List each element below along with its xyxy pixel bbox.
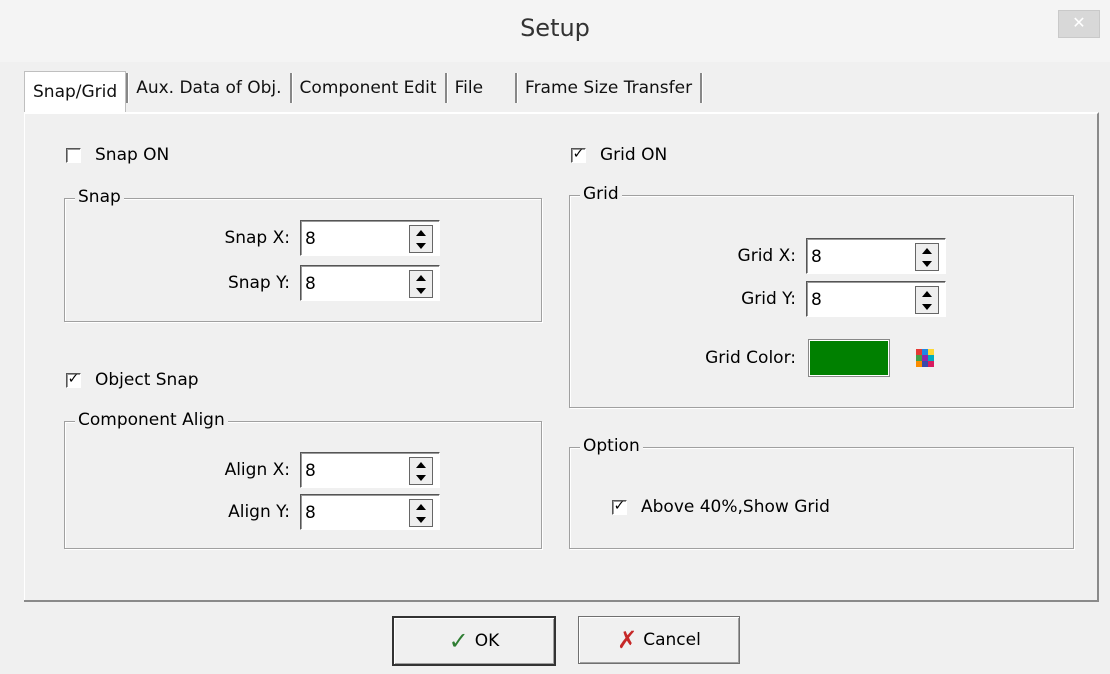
- component-align-title: Component Align: [75, 410, 228, 430]
- arrow-down-icon: [416, 516, 426, 523]
- checkmark-icon: ✓: [448, 627, 469, 655]
- cancel-label: Cancel: [643, 630, 701, 650]
- snap-group: Snap: [64, 187, 542, 322]
- grid-y-value: 8: [811, 290, 822, 310]
- ok-button[interactable]: ✓ OK: [392, 616, 556, 666]
- setup-dialog: Setup ✕ Snap/Grid Aux. Data of Obj. Comp…: [0, 0, 1110, 674]
- arrow-down-icon: [416, 242, 426, 249]
- arrow-up-icon: [922, 290, 932, 297]
- snap-y-value: 8: [305, 274, 316, 294]
- tab-aux-data[interactable]: Aux. Data of Obj.: [128, 71, 289, 105]
- align-y-spinner[interactable]: 8: [300, 494, 440, 530]
- snap-y-spin-buttons[interactable]: [409, 270, 433, 298]
- snap-y-spinner[interactable]: 8: [300, 265, 440, 301]
- color-palette-icon[interactable]: [916, 349, 934, 367]
- grid-x-label: Grid X:: [737, 246, 796, 266]
- snap-on-box[interactable]: [66, 147, 81, 163]
- align-y-spin-buttons[interactable]: [409, 499, 433, 527]
- snap-on-label: Snap ON: [95, 145, 170, 165]
- snap-y-row: Snap Y: 8: [170, 265, 440, 301]
- grid-color-swatch[interactable]: [808, 339, 890, 377]
- grid-x-spinner[interactable]: 8: [806, 238, 946, 274]
- grid-x-row: Grid X: 8: [676, 238, 946, 274]
- grid-on-label: Grid ON: [600, 145, 668, 165]
- arrow-down-icon: [922, 303, 932, 310]
- show-grid-box[interactable]: ✓: [612, 497, 627, 515]
- close-button[interactable]: ✕: [1058, 10, 1100, 38]
- ok-label: OK: [474, 631, 500, 651]
- grid-y-label: Grid Y:: [741, 289, 796, 309]
- snap-y-label: Snap Y:: [227, 273, 290, 293]
- grid-group-title: Grid: [580, 184, 622, 204]
- align-y-row: Align Y: 8: [170, 494, 440, 530]
- show-grid-label: Above 40%,Show Grid: [641, 497, 830, 517]
- snap-on-checkbox[interactable]: Snap ON: [66, 145, 169, 165]
- snap-x-spin-buttons[interactable]: [409, 225, 433, 253]
- arrow-down-icon: [416, 474, 426, 481]
- grid-x-spin-buttons[interactable]: [915, 243, 939, 271]
- option-group-title: Option: [580, 436, 643, 456]
- align-x-value: 8: [305, 461, 316, 481]
- show-grid-mark: ✓: [613, 497, 626, 514]
- align-y-value: 8: [305, 503, 316, 523]
- grid-on-mark: ✓: [572, 145, 585, 162]
- title-bar: Setup ✕: [0, 0, 1110, 62]
- snap-x-value: 8: [305, 229, 316, 249]
- align-x-row: Align X: 8: [170, 452, 440, 488]
- arrow-up-icon: [922, 247, 932, 254]
- snap-x-spinner[interactable]: 8: [300, 220, 440, 256]
- grid-x-value: 8: [811, 247, 822, 267]
- align-y-label: Align Y:: [228, 502, 290, 522]
- close-icon: ✕: [1072, 13, 1086, 32]
- tab-bar: Snap/Grid Aux. Data of Obj. Component Ed…: [24, 66, 703, 112]
- cancel-button[interactable]: ✗ Cancel: [578, 616, 740, 664]
- grid-on-checkbox[interactable]: ✓ Grid ON: [571, 145, 667, 165]
- arrow-up-icon: [416, 503, 426, 510]
- tab-frame-size-transfer[interactable]: Frame Size Transfer: [517, 71, 700, 105]
- grid-color-label: Grid Color:: [705, 348, 796, 368]
- arrow-down-icon: [416, 287, 426, 294]
- grid-y-spin-buttons[interactable]: [915, 286, 939, 314]
- arrow-down-icon: [922, 260, 932, 267]
- object-snap-box[interactable]: ✓: [66, 370, 81, 388]
- tab-component-edit[interactable]: Component Edit: [292, 71, 445, 105]
- grid-on-box[interactable]: ✓: [571, 145, 586, 163]
- align-x-spinner[interactable]: 8: [300, 452, 440, 488]
- tab-snap-grid[interactable]: Snap/Grid: [24, 70, 127, 112]
- grid-y-row: Grid Y: 8: [676, 281, 946, 317]
- object-snap-checkbox[interactable]: ✓ Object Snap: [66, 370, 199, 390]
- grid-y-spinner[interactable]: 8: [806, 281, 946, 317]
- object-snap-label: Object Snap: [95, 370, 199, 390]
- dialog-title: Setup: [520, 14, 590, 42]
- x-icon: ✗: [617, 626, 638, 654]
- snap-group-title: Snap: [75, 187, 124, 207]
- grid-color-row: Grid Color:: [676, 339, 934, 377]
- tab-separator: [700, 73, 703, 103]
- tab-file[interactable]: File: [447, 71, 491, 105]
- snap-x-label: Snap X:: [224, 228, 290, 248]
- snap-x-row: Snap X: 8: [170, 220, 440, 256]
- arrow-up-icon: [416, 229, 426, 236]
- object-snap-mark: ✓: [67, 370, 80, 387]
- align-x-label: Align X:: [224, 460, 290, 480]
- arrow-up-icon: [416, 461, 426, 468]
- show-grid-checkbox[interactable]: ✓ Above 40%,Show Grid: [612, 497, 830, 517]
- align-x-spin-buttons[interactable]: [409, 457, 433, 485]
- arrow-up-icon: [416, 274, 426, 281]
